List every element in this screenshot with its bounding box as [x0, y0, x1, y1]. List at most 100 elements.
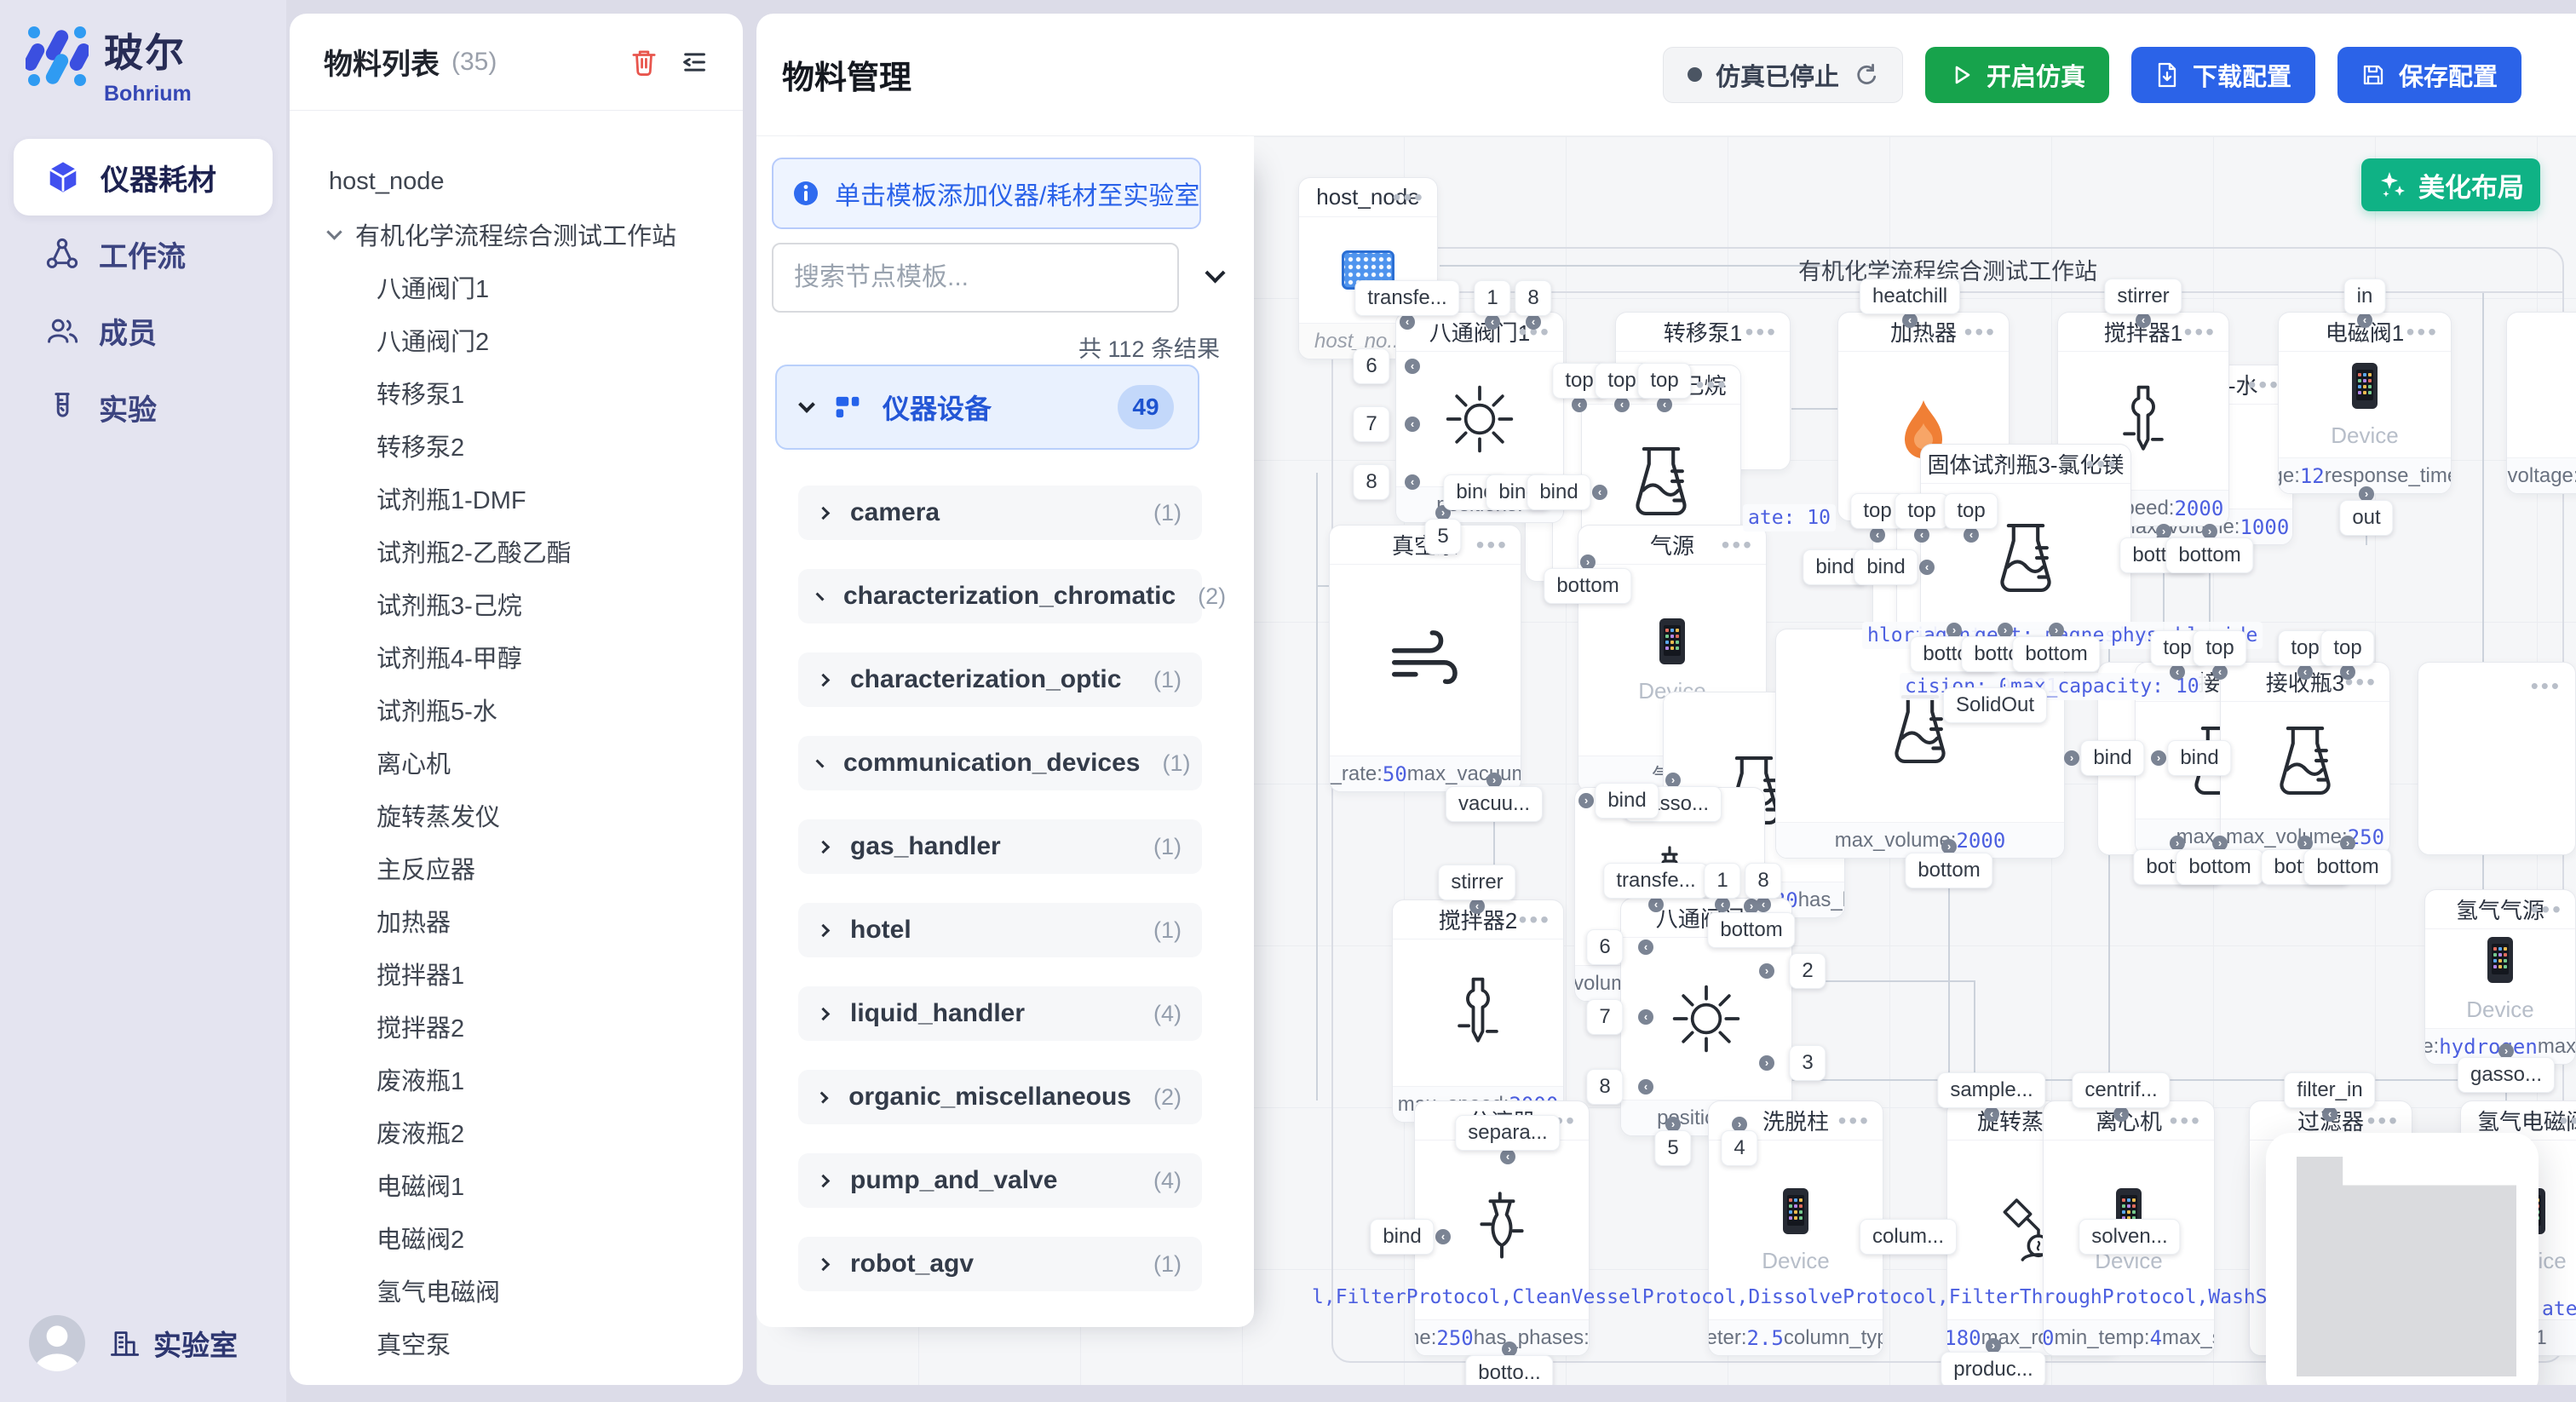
port-dot-icon[interactable]: ‹ — [1435, 1229, 1451, 1244]
tree-item[interactable]: 搅拌器1 — [329, 947, 743, 1000]
port-dot-icon[interactable]: ‹ — [1405, 417, 1420, 432]
tree-item[interactable]: 有机化学流程综合测试工作站 — [329, 208, 743, 261]
port-dot-icon[interactable]: ‹ — [2322, 1106, 2337, 1122]
canvas-node-receiver-3[interactable]: 接收瓶3•••max_volume: 250 — [2220, 662, 2390, 855]
port-dot-icon[interactable]: ‹ — [1984, 1106, 1999, 1122]
template-item-pump_and_valve[interactable]: pump_and_valve(4) — [798, 1153, 1202, 1208]
download-config-button[interactable]: 下载配置 — [2131, 47, 2315, 103]
tree-item[interactable]: 试剂瓶2-乙酸乙酯 — [329, 525, 743, 577]
port-dot-icon[interactable]: ‹ — [1870, 527, 1885, 543]
node-menu-icon[interactable]: ••• — [1393, 178, 1425, 217]
simulation-status-pill[interactable]: 仿真已停止 — [1663, 47, 1903, 103]
port-dot-icon[interactable]: ‹ — [1648, 897, 1664, 912]
tree-item[interactable]: 转移泵2 — [329, 419, 743, 472]
tree-item[interactable]: host_node — [329, 155, 743, 208]
port-dot-icon[interactable]: ‹ — [1485, 314, 1500, 330]
chevron-down-icon[interactable] — [1205, 262, 1225, 283]
port-dot-icon[interactable]: ‹ — [2357, 313, 2372, 328]
category-instruments[interactable]: 仪器设备 49 — [775, 365, 1199, 450]
port-dot-icon[interactable]: ‹ — [2170, 664, 2185, 680]
tree-item[interactable]: 废液瓶1 — [329, 1053, 743, 1106]
tree-item[interactable]: 转移泵1 — [329, 366, 743, 419]
port-dot-icon[interactable]: ‹ — [2297, 664, 2313, 680]
save-config-button[interactable]: 保存配置 — [2337, 47, 2521, 103]
node-menu-icon[interactable]: ••• — [2406, 313, 2439, 352]
tree-item[interactable]: 加热器 — [329, 894, 743, 947]
sidebar-item-workflow[interactable]: 工作流 — [14, 215, 273, 292]
port-dot-icon[interactable]: ‹ — [1638, 1079, 1653, 1095]
port-dot-icon[interactable]: ‹ — [1638, 939, 1653, 955]
tree-item[interactable]: 八通阀门1 — [329, 261, 743, 313]
node-menu-icon[interactable]: ••• — [1745, 313, 1778, 352]
tree-item[interactable]: 氢气电磁阀 — [329, 1264, 743, 1317]
tree-item[interactable]: 试剂瓶5-水 — [329, 683, 743, 736]
tree-item[interactable]: 试剂瓶1-DMF — [329, 472, 743, 525]
tree-item[interactable]: 电磁阀1 — [329, 1158, 743, 1211]
template-item-hotel[interactable]: hotel(1) — [798, 903, 1202, 957]
template-item-gas_handler[interactable]: gas_handler(1) — [798, 819, 1202, 874]
canvas-node-stirrer-2[interactable]: 搅拌器2•••max_speed: 2000 — [1392, 899, 1564, 1123]
canvas-node-solid-reagent-3[interactable]: 固体试剂瓶3-氯化镁••• — [1920, 444, 2131, 638]
port-dot-icon[interactable]: ‹ — [2113, 1106, 2129, 1122]
sidebar-item-experiment[interactable]: 实验 — [14, 369, 273, 445]
node-menu-icon[interactable]: ••• — [1696, 365, 1728, 405]
template-item-organic_miscellaneous[interactable]: organic_miscellaneous(2) — [798, 1070, 1202, 1124]
tree-item[interactable]: 试剂瓶3-己烷 — [329, 577, 743, 630]
port-dot-icon[interactable]: › — [2151, 750, 2166, 766]
node-menu-icon[interactable]: ••• — [2086, 445, 2119, 484]
delete-icon[interactable] — [630, 48, 658, 77]
port-dot-icon[interactable]: ‹ — [1526, 314, 1541, 330]
sidebar-item-cube[interactable]: 仪器耗材 — [14, 139, 273, 215]
tree-item[interactable]: 八通阀门2 — [329, 313, 743, 366]
search-template-input[interactable] — [772, 243, 1179, 313]
start-simulation-button[interactable]: 开启仿真 — [1925, 47, 2109, 103]
port-dot-icon[interactable]: ‹ — [1715, 897, 1730, 912]
port-dot-icon[interactable]: ‹ — [2212, 664, 2228, 680]
port-dot-icon[interactable]: › — [1759, 963, 1774, 979]
port-dot-icon[interactable]: › — [1759, 1055, 1774, 1071]
node-menu-icon[interactable]: ••• — [1838, 1101, 1871, 1141]
port-dot-icon[interactable]: ‹ — [2136, 313, 2151, 328]
port-dot-icon[interactable]: ‹ — [1400, 314, 1415, 330]
port-dot-icon[interactable]: ‹ — [1469, 899, 1485, 914]
avatar[interactable] — [29, 1315, 85, 1371]
template-item-communication_devices[interactable]: communication_devices(1) — [798, 736, 1202, 790]
collapse-list-icon[interactable] — [680, 49, 709, 76]
node-menu-icon[interactable]: ••• — [1519, 900, 1551, 939]
refresh-icon[interactable] — [1853, 62, 1878, 88]
port-dot-icon[interactable]: ‹ — [1657, 397, 1672, 412]
tree-item[interactable]: 离心机 — [329, 736, 743, 789]
tree-item[interactable]: 搅拌器2 — [329, 1000, 743, 1053]
template-item-characterization_optic[interactable]: characterization_optic(1) — [798, 652, 1202, 707]
canvas-node-vacuum-pump[interactable]: 真空泵•••pump_rate: 50 max_vacuum: 0.1 — [1329, 525, 1521, 792]
sidebar-footer[interactable]: 实验室 — [29, 1315, 238, 1371]
node-menu-icon[interactable]: ••• — [2184, 313, 2217, 352]
tree-item[interactable]: 试剂瓶4-甲醇 — [329, 630, 743, 683]
port-dot-icon[interactable]: ‹ — [1405, 359, 1420, 374]
port-dot-icon[interactable]: ‹ — [1614, 397, 1630, 412]
node-menu-icon[interactable]: ••• — [1476, 526, 1509, 565]
tree-item[interactable]: 废液瓶2 — [329, 1106, 743, 1158]
tree-item[interactable]: 主反应器 — [329, 842, 743, 894]
node-menu-icon[interactable]: ••• — [2531, 890, 2563, 929]
port-dot-icon[interactable]: ‹ — [1572, 397, 1587, 412]
tree-item[interactable]: 旋转蒸发仪 — [329, 789, 743, 842]
port-dot-icon[interactable]: ‹ — [1592, 485, 1607, 500]
port-dot-icon[interactable]: › — [2064, 750, 2079, 766]
port-dot-icon[interactable]: ‹ — [1902, 313, 1918, 328]
chevron-down-icon[interactable] — [326, 224, 342, 239]
sidebar-item-members[interactable]: 成员 — [14, 292, 273, 369]
port-dot-icon[interactable]: ‹ — [1638, 1009, 1653, 1025]
port-dot-icon[interactable]: › — [1578, 793, 1594, 808]
canvas-node-solenoid-2[interactable]: voltage: 12 — [2506, 312, 2576, 494]
node-menu-icon[interactable]: ••• — [2170, 1101, 2202, 1141]
tree-item[interactable]: 电磁阀2 — [329, 1211, 743, 1264]
node-menu-icon[interactable]: ••• — [2248, 365, 2280, 405]
template-item-characterization_chromatic[interactable]: characterization_chromatic(2) — [798, 569, 1202, 623]
port-dot-icon[interactable]: ‹ — [1405, 474, 1420, 490]
port-dot-icon[interactable]: ‹ — [1756, 897, 1771, 912]
canvas-node-solenoid-1[interactable]: 电磁阀1•••Devicevoltage: 12 response_time: … — [2278, 312, 2452, 494]
port-dot-icon[interactable]: ‹ — [1500, 1149, 1515, 1164]
port-dot-icon[interactable]: ‹ — [1919, 560, 1935, 575]
template-item-liquid_handler[interactable]: liquid_handler(4) — [798, 986, 1202, 1041]
